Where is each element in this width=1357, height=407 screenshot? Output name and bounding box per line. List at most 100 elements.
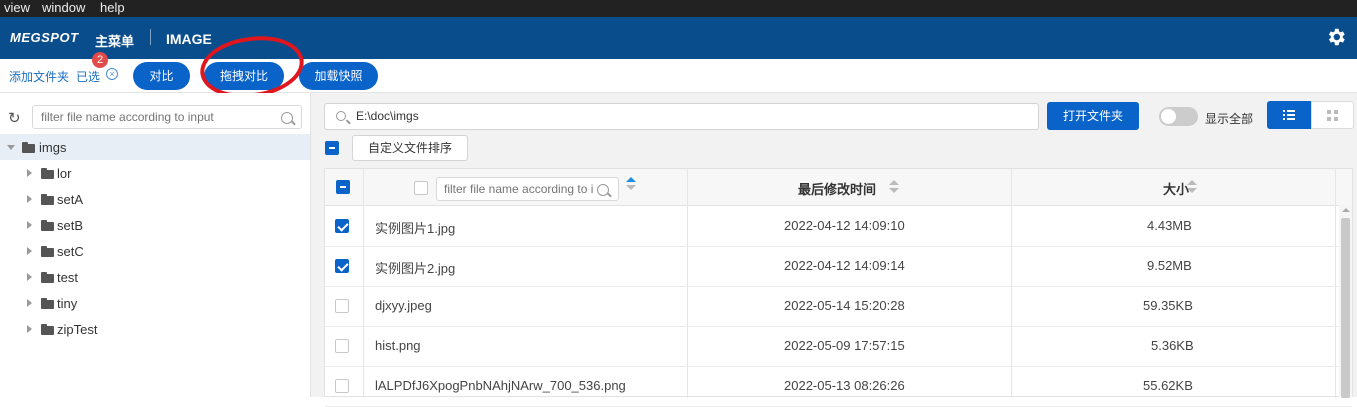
show-all-label: 显示全部 xyxy=(1205,112,1254,126)
app-header: MEGSPOT 主菜单 IMAGE xyxy=(0,17,1357,59)
tree-filter-input[interactable] xyxy=(39,109,279,125)
header-select-all-checkbox[interactable] xyxy=(336,180,350,194)
gear-icon[interactable] xyxy=(1325,26,1347,48)
tree-item-test[interactable]: test xyxy=(0,264,310,290)
col-size-header[interactable]: 大小 xyxy=(1163,179,1189,198)
chevron-right-icon xyxy=(27,247,32,255)
file-size: 59.35KB xyxy=(1143,298,1193,313)
tree-item-label: setC xyxy=(57,244,84,259)
tree-item-setA[interactable]: setA xyxy=(0,186,310,212)
tree-item-zipTest[interactable]: zipTest xyxy=(0,316,310,342)
search-icon xyxy=(597,184,609,196)
tree-item-label: tiny xyxy=(57,296,78,311)
scroll-up-icon[interactable] xyxy=(1342,208,1350,212)
header-divider xyxy=(150,29,151,45)
table-row[interactable]: 实例图片2.jpg 2022-04-12 14:09:14 9.52MB xyxy=(325,246,1352,287)
chevron-down-icon xyxy=(7,145,15,150)
load-snapshot-button[interactable]: 加载快照 xyxy=(299,62,378,90)
app-logo: MEGSPOT xyxy=(10,30,79,45)
add-folder-link[interactable]: 添加文件夹 xyxy=(9,68,69,85)
file-modified: 2022-05-09 17:57:15 xyxy=(784,338,905,353)
file-list-panel: 打开文件夹 显示全部 自定义文件排序 最后修改时间 大小 xyxy=(311,93,1357,407)
table-row[interactable]: lALPDfJ6XpogPnbNAhjNArw_700_536.png 2022… xyxy=(325,366,1352,407)
tree-item-label: lor xyxy=(57,166,72,181)
menu-bar: view window help xyxy=(0,0,1357,17)
row-checkbox[interactable] xyxy=(335,299,349,313)
tree-filter-field[interactable] xyxy=(32,105,302,129)
tree-item-label: imgs xyxy=(39,140,67,155)
path-field[interactable] xyxy=(324,103,1039,130)
menu-window[interactable]: window xyxy=(42,0,85,16)
header-name-checkbox[interactable] xyxy=(414,181,428,195)
col-modified-header[interactable]: 最后修改时间 xyxy=(798,179,876,198)
table-row[interactable]: hist.png 2022-05-09 17:57:15 5.36KB xyxy=(325,326,1352,367)
file-name: 实例图片1.jpg xyxy=(375,221,456,236)
file-modified: 2022-04-12 14:09:10 xyxy=(784,218,905,233)
compare-button[interactable]: 对比 xyxy=(133,62,190,90)
file-name: hist.png xyxy=(375,338,421,353)
row-checkbox[interactable] xyxy=(335,219,349,233)
sort-icon[interactable] xyxy=(889,180,899,194)
chevron-right-icon xyxy=(27,169,32,177)
file-modified: 2022-04-12 14:09:14 xyxy=(784,258,905,273)
file-size: 5.36KB xyxy=(1151,338,1194,353)
custom-sort-button[interactable]: 自定义文件排序 xyxy=(352,135,468,161)
name-filter-input[interactable] xyxy=(442,181,596,197)
chevron-right-icon xyxy=(27,273,32,281)
file-name: 实例图片2.jpg xyxy=(375,261,456,276)
clear-icon[interactable]: × xyxy=(106,68,118,80)
chevron-right-icon xyxy=(27,325,32,333)
file-modified: 2022-05-14 15:20:28 xyxy=(784,298,905,313)
row-checkbox[interactable] xyxy=(335,379,349,393)
tree-item-label: zipTest xyxy=(57,322,98,337)
path-input[interactable] xyxy=(354,108,958,124)
folder-icon xyxy=(41,168,54,179)
sort-icon[interactable] xyxy=(1187,180,1197,194)
scrollbar-thumb[interactable] xyxy=(1341,218,1350,398)
list-view-icon xyxy=(1283,110,1295,120)
select-all-checkbox[interactable] xyxy=(325,141,339,155)
table-scrollbar[interactable] xyxy=(1339,205,1352,398)
sort-icon[interactable] xyxy=(626,177,636,191)
row-checkbox[interactable] xyxy=(335,259,349,273)
file-size: 9.52MB xyxy=(1147,258,1192,273)
show-all-toggle[interactable] xyxy=(1159,107,1198,126)
chevron-right-icon xyxy=(27,299,32,307)
name-filter-field[interactable] xyxy=(436,177,619,201)
tree-item-setB[interactable]: setB xyxy=(0,212,310,238)
tree-item-label: test xyxy=(57,270,78,285)
page-title: IMAGE xyxy=(166,31,212,47)
row-checkbox[interactable] xyxy=(335,339,349,353)
open-folder-button[interactable]: 打开文件夹 xyxy=(1047,102,1139,130)
folder-icon xyxy=(41,246,54,257)
table-row[interactable]: djxyy.jpeg 2022-05-14 15:20:28 59.35KB xyxy=(325,286,1352,327)
tree-item-setC[interactable]: setC xyxy=(0,238,310,264)
file-size: 4.43MB xyxy=(1147,218,1192,233)
tree-item-lor[interactable]: lor xyxy=(0,160,310,186)
selected-link[interactable]: 已选 xyxy=(76,68,100,85)
search-icon xyxy=(281,112,293,124)
table-row[interactable]: 实例图片1.jpg 2022-04-12 14:09:10 4.43MB xyxy=(325,206,1352,247)
chevron-right-icon xyxy=(27,195,32,203)
grid-view-button[interactable] xyxy=(1311,101,1354,129)
menu-help[interactable]: help xyxy=(100,0,125,16)
main-menu-link[interactable]: 主菜单 xyxy=(95,31,134,50)
grid-view-icon xyxy=(1327,110,1338,121)
folder-icon xyxy=(41,272,54,283)
folder-open-icon xyxy=(22,142,35,153)
file-name: lALPDfJ6XpogPnbNAhjNArw_700_536.png xyxy=(375,378,626,393)
file-modified: 2022-05-13 08:26:26 xyxy=(784,378,905,393)
tree-item-tiny[interactable]: tiny xyxy=(0,290,310,316)
refresh-icon[interactable]: ↻ xyxy=(8,109,21,127)
list-view-button[interactable] xyxy=(1267,101,1311,129)
search-icon xyxy=(336,111,346,121)
tree-item-imgs[interactable]: imgs xyxy=(0,134,310,160)
folder-icon xyxy=(41,194,54,205)
tree-item-label: setA xyxy=(57,192,84,207)
folder-icon xyxy=(41,220,54,231)
file-name: djxyy.jpeg xyxy=(375,298,432,313)
table-header: 最后修改时间 大小 xyxy=(325,169,1352,206)
folder-tree-panel: ↻ imgs lor setA setB setC test tiny xyxy=(0,93,311,397)
menu-view[interactable]: view xyxy=(4,0,30,16)
chevron-right-icon xyxy=(27,221,32,229)
